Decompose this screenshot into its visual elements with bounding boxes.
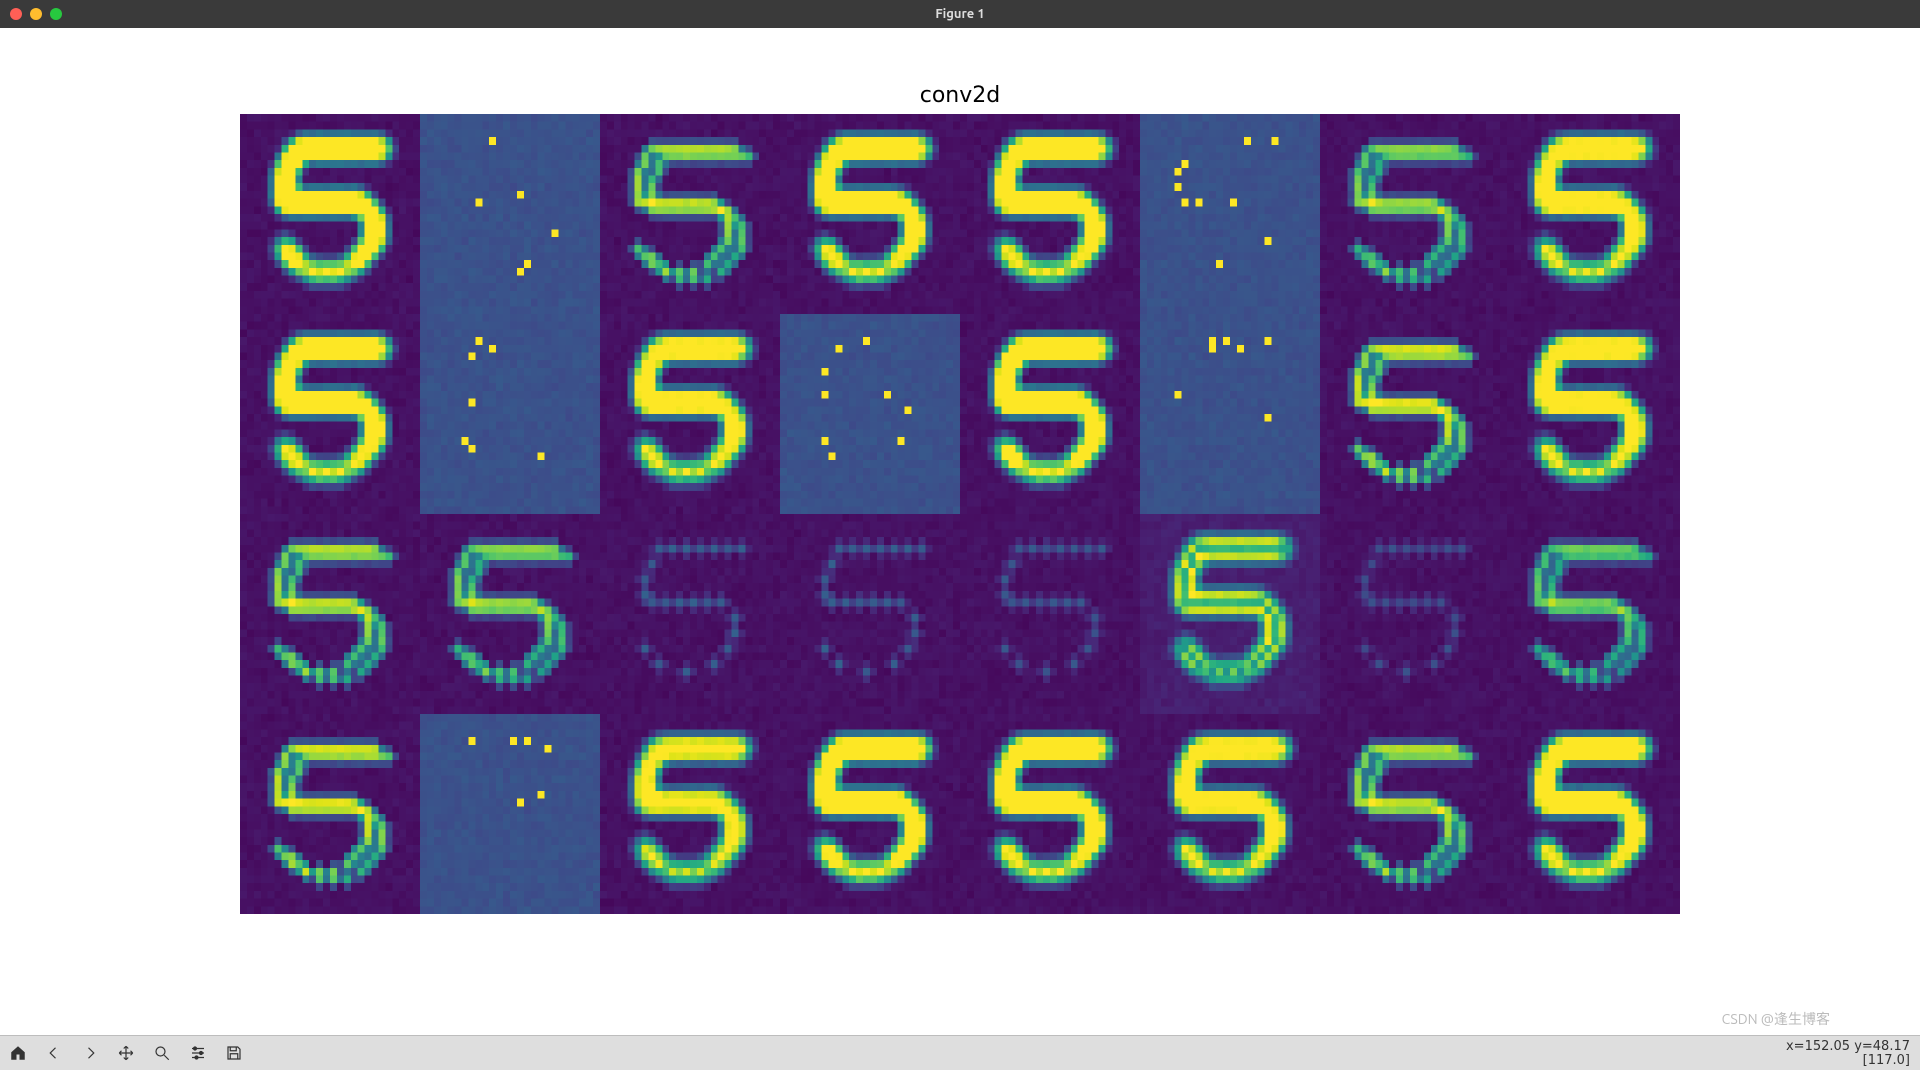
feature-map-canvas	[960, 714, 1140, 914]
zoom-button[interactable]	[145, 1037, 179, 1069]
minimize-icon[interactable]	[30, 8, 42, 20]
feature-map-canvas	[240, 714, 420, 914]
figure-canvas[interactable]: conv2d CSDN @逢生博客	[0, 28, 1920, 1035]
feature-map-canvas	[420, 514, 600, 714]
feature-map-cell	[1500, 114, 1680, 314]
titlebar[interactable]: Figure 1	[0, 0, 1920, 28]
feature-map-cell	[1140, 114, 1320, 314]
feature-map-cell	[420, 314, 600, 514]
feature-map-cell	[1320, 714, 1500, 914]
feature-map-cell	[600, 314, 780, 514]
search-icon	[153, 1044, 171, 1062]
pan-button[interactable]	[109, 1037, 143, 1069]
feature-map-cell	[1320, 114, 1500, 314]
feature-map-canvas	[1140, 514, 1320, 714]
feature-map-cell	[240, 514, 420, 714]
arrow-right-icon	[81, 1044, 99, 1062]
feature-map-canvas	[1500, 514, 1680, 714]
feature-map-canvas	[1320, 314, 1500, 514]
feature-map-cell	[1140, 514, 1320, 714]
feature-map-cell	[600, 514, 780, 714]
close-icon[interactable]	[10, 8, 22, 20]
feature-map-canvas	[600, 714, 780, 914]
feature-map-canvas	[780, 114, 960, 314]
feature-map-cell	[780, 314, 960, 514]
arrow-left-icon	[45, 1044, 63, 1062]
feature-map-canvas	[1140, 114, 1320, 314]
feature-map-canvas	[780, 714, 960, 914]
sliders-icon	[189, 1044, 207, 1062]
feature-map-cell	[600, 114, 780, 314]
maximize-icon[interactable]	[50, 8, 62, 20]
feature-map-canvas	[240, 314, 420, 514]
feature-map-cell	[780, 714, 960, 914]
feature-map-canvas	[1320, 714, 1500, 914]
feature-map-cell	[960, 514, 1140, 714]
save-icon	[225, 1044, 243, 1062]
figure-window: Figure 1 conv2d CSDN @逢生博客 x=	[0, 0, 1920, 1070]
feature-map-canvas	[1500, 314, 1680, 514]
window-title: Figure 1	[0, 7, 1920, 21]
feature-map-cell	[240, 714, 420, 914]
feature-map-canvas	[420, 114, 600, 314]
feature-map-canvas	[1320, 114, 1500, 314]
feature-map-canvas	[1500, 714, 1680, 914]
feature-map-canvas	[780, 514, 960, 714]
feature-map-canvas	[1320, 514, 1500, 714]
feature-map-cell	[240, 114, 420, 314]
configure-button[interactable]	[181, 1037, 215, 1069]
feature-map-cell	[1320, 514, 1500, 714]
feature-map-cell	[780, 514, 960, 714]
feature-map-cell	[420, 714, 600, 914]
feature-map-cell	[420, 514, 600, 714]
watermark: CSDN @逢生博客	[1722, 1009, 1830, 1029]
feature-map-canvas	[960, 114, 1140, 314]
cursor-value: [117.0]	[1786, 1054, 1910, 1068]
traffic-lights	[0, 8, 62, 20]
feature-map-canvas	[240, 114, 420, 314]
feature-map-canvas	[1140, 314, 1320, 514]
feature-map-cell	[1500, 714, 1680, 914]
save-button[interactable]	[217, 1037, 251, 1069]
feature-map-cell	[420, 114, 600, 314]
navigation-toolbar: x=152.05 y=48.17 [117.0]	[0, 1035, 1920, 1070]
feature-map-canvas	[600, 514, 780, 714]
back-button[interactable]	[37, 1037, 71, 1069]
feature-map-canvas	[1140, 714, 1320, 914]
home-icon	[9, 1044, 27, 1062]
feature-map-cell	[1500, 514, 1680, 714]
feature-map-cell	[1140, 314, 1320, 514]
feature-map-cell	[960, 114, 1140, 314]
feature-map-cell	[960, 714, 1140, 914]
feature-map-cell	[780, 114, 960, 314]
feature-map-canvas	[600, 114, 780, 314]
cursor-coords: x=152.05 y=48.17	[1786, 1040, 1910, 1054]
home-button[interactable]	[1, 1037, 35, 1069]
feature-map-canvas	[240, 514, 420, 714]
feature-map-canvas	[600, 314, 780, 514]
figure-title: conv2d	[240, 83, 1680, 108]
feature-map-cell	[240, 314, 420, 514]
cursor-status: x=152.05 y=48.17 [117.0]	[1786, 1040, 1910, 1068]
feature-map-canvas	[1500, 114, 1680, 314]
forward-button[interactable]	[73, 1037, 107, 1069]
feature-map-canvas	[960, 514, 1140, 714]
feature-map-cell	[1140, 714, 1320, 914]
feature-map-cell	[960, 314, 1140, 514]
feature-map-cell	[1320, 314, 1500, 514]
feature-map-cell	[1500, 314, 1680, 514]
move-icon	[117, 1044, 135, 1062]
feature-map-cell	[600, 714, 780, 914]
feature-map-grid	[240, 114, 1680, 914]
figure: conv2d	[240, 83, 1680, 914]
feature-map-canvas	[420, 314, 600, 514]
feature-map-canvas	[780, 314, 960, 514]
feature-map-canvas	[960, 314, 1140, 514]
feature-map-canvas	[420, 714, 600, 914]
